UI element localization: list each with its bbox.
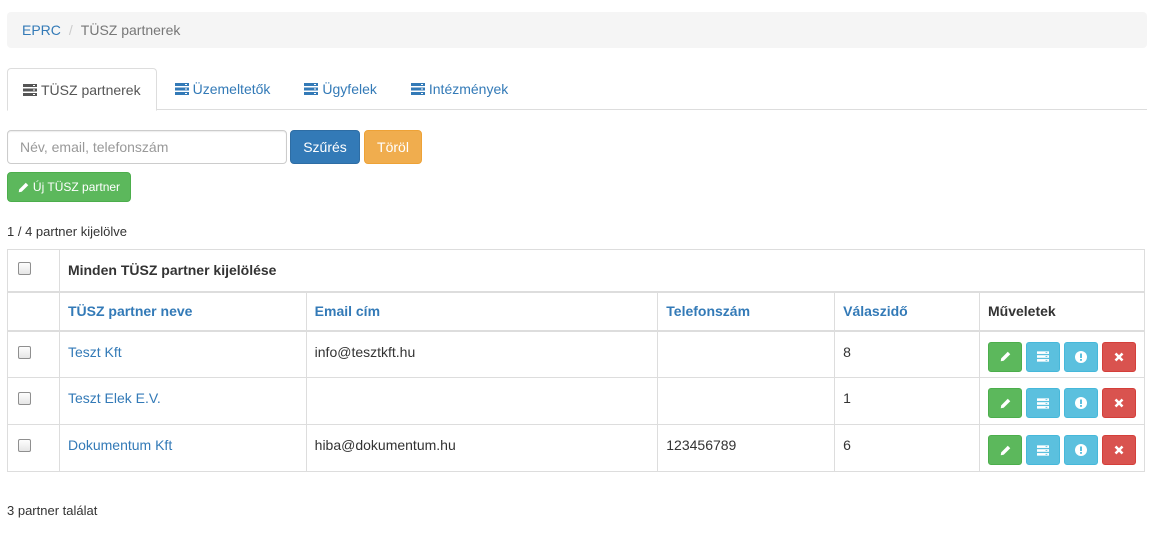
tab-bar: TÜSZ partnerek Üzemeltetők Ügyfelek Inté…	[7, 68, 1147, 111]
cell-actions	[979, 330, 1145, 378]
pencil-icon	[1000, 351, 1010, 362]
delete-button[interactable]	[1102, 435, 1136, 465]
close-icon	[1114, 445, 1124, 455]
partner-table: Minden TÜSZ partner kijelölése TÜSZ part…	[7, 249, 1146, 472]
select-all-cell	[7, 249, 60, 293]
filter-button[interactable]: Szűrés	[290, 130, 360, 164]
exclamation-circle-icon	[1075, 444, 1087, 456]
tab-label: Üzemeltetők	[192, 81, 271, 97]
sort-name-link[interactable]: TÜSZ partner neve	[68, 303, 192, 319]
header-checkbox-column	[7, 291, 60, 332]
delete-button[interactable]	[1102, 341, 1136, 372]
tab-label: TÜSZ partnerek	[41, 81, 141, 98]
table-row: Teszt Kft info@tesztkft.hu 8	[7, 330, 1145, 378]
cell-response: 8	[834, 330, 980, 378]
pencil-icon	[1000, 398, 1010, 408]
pencil-icon	[18, 182, 29, 193]
tab-intezmenyek[interactable]: Intézmények	[395, 68, 524, 110]
tab-uzemeltetok[interactable]: Üzemeltetők	[159, 68, 287, 110]
column-header-email: Email cím	[305, 291, 659, 332]
column-header-actions: Műveletek	[979, 291, 1145, 332]
sort-response-link[interactable]: Válaszidő	[843, 303, 908, 319]
sort-phone-link[interactable]: Telefonszám	[666, 303, 750, 319]
sort-email-link[interactable]: Email cím	[315, 303, 380, 319]
edit-button[interactable]	[988, 341, 1022, 372]
edit-button[interactable]	[988, 435, 1022, 465]
select-all-checkbox[interactable]	[18, 262, 31, 276]
results-count: 3 partner találat	[7, 503, 98, 518]
row-checkbox[interactable]	[18, 345, 31, 359]
select-all-label: Minden TÜSZ partner kijelölése	[58, 249, 1146, 293]
details-button[interactable]	[1026, 388, 1060, 418]
row-checkbox[interactable]	[18, 439, 31, 452]
delete-button[interactable]	[1102, 388, 1136, 418]
alert-button[interactable]	[1064, 341, 1098, 372]
select-all-row: Minden TÜSZ partner kijelölése	[7, 249, 1146, 293]
list-icon	[1037, 397, 1049, 409]
cell-name: Teszt Elek E.V.	[58, 377, 307, 425]
breadcrumb: EPRC / TÜSZ partnerek	[7, 12, 1147, 48]
list-icon	[23, 83, 37, 96]
row-checkbox-cell	[7, 377, 60, 425]
close-icon	[1114, 398, 1124, 408]
cell-phone	[657, 330, 836, 378]
cell-actions	[979, 424, 1145, 472]
cell-name: Dokumentum Kft	[58, 424, 307, 472]
edit-button[interactable]	[988, 388, 1022, 418]
exclamation-circle-icon	[1075, 350, 1087, 363]
column-header-response: Válaszidő	[834, 291, 980, 332]
alert-button[interactable]	[1064, 435, 1098, 465]
details-button[interactable]	[1026, 341, 1060, 372]
row-checkbox-cell	[7, 424, 60, 472]
list-icon	[1037, 351, 1049, 362]
clear-button[interactable]: Töröl	[364, 130, 422, 164]
cell-response: 6	[834, 424, 980, 472]
cell-response: 1	[834, 377, 980, 425]
tab-label: Ügyfelek	[322, 81, 377, 97]
row-checkbox[interactable]	[18, 392, 31, 405]
pencil-icon	[1000, 445, 1010, 455]
cell-email	[305, 377, 659, 425]
close-icon	[1114, 352, 1124, 361]
list-icon	[410, 83, 425, 95]
list-icon	[174, 83, 189, 95]
selected-count: 1 / 4 partner kijelölve	[7, 224, 127, 239]
alert-button[interactable]	[1064, 388, 1098, 418]
exclamation-circle-icon	[1075, 397, 1087, 409]
details-button[interactable]	[1026, 435, 1060, 465]
column-header-phone: Telefonszám	[657, 291, 836, 332]
column-header-name: TÜSZ partner neve	[58, 291, 307, 332]
list-icon	[1037, 444, 1049, 456]
partner-name-link[interactable]: Teszt Elek E.V.	[68, 390, 161, 406]
cell-phone	[657, 377, 836, 425]
partner-name-link[interactable]: Teszt Kft	[68, 344, 122, 360]
table-row: Teszt Elek E.V. 1	[7, 377, 1145, 425]
list-icon	[304, 83, 319, 95]
new-partner-button[interactable]: Új TÜSZ partner	[7, 172, 131, 202]
tab-ugyfelek[interactable]: Ügyfelek	[288, 68, 392, 110]
table-row: Dokumentum Kft hiba@dokumentum.hu 123456…	[7, 424, 1145, 472]
breadcrumb-root-link[interactable]: EPRC	[22, 22, 61, 38]
cell-email: hiba@dokumentum.hu	[305, 424, 659, 472]
tab-tusz-partnerek[interactable]: TÜSZ partnerek	[7, 68, 157, 111]
cell-name: Teszt Kft	[58, 330, 307, 378]
tab-label: Intézmények	[428, 81, 509, 97]
search-input[interactable]	[7, 130, 287, 164]
partner-name-link[interactable]: Dokumentum Kft	[68, 437, 172, 453]
table-header: TÜSZ partner neve Email cím Telefonszám …	[7, 291, 1145, 332]
cell-email: info@tesztkft.hu	[305, 330, 659, 378]
breadcrumb-current: TÜSZ partnerek	[80, 22, 181, 38]
breadcrumb-separator: /	[68, 22, 73, 38]
cell-actions	[979, 377, 1145, 425]
row-checkbox-cell	[7, 330, 60, 378]
cell-phone: 123456789	[657, 424, 836, 472]
new-partner-label: Új TÜSZ partner	[32, 180, 121, 194]
